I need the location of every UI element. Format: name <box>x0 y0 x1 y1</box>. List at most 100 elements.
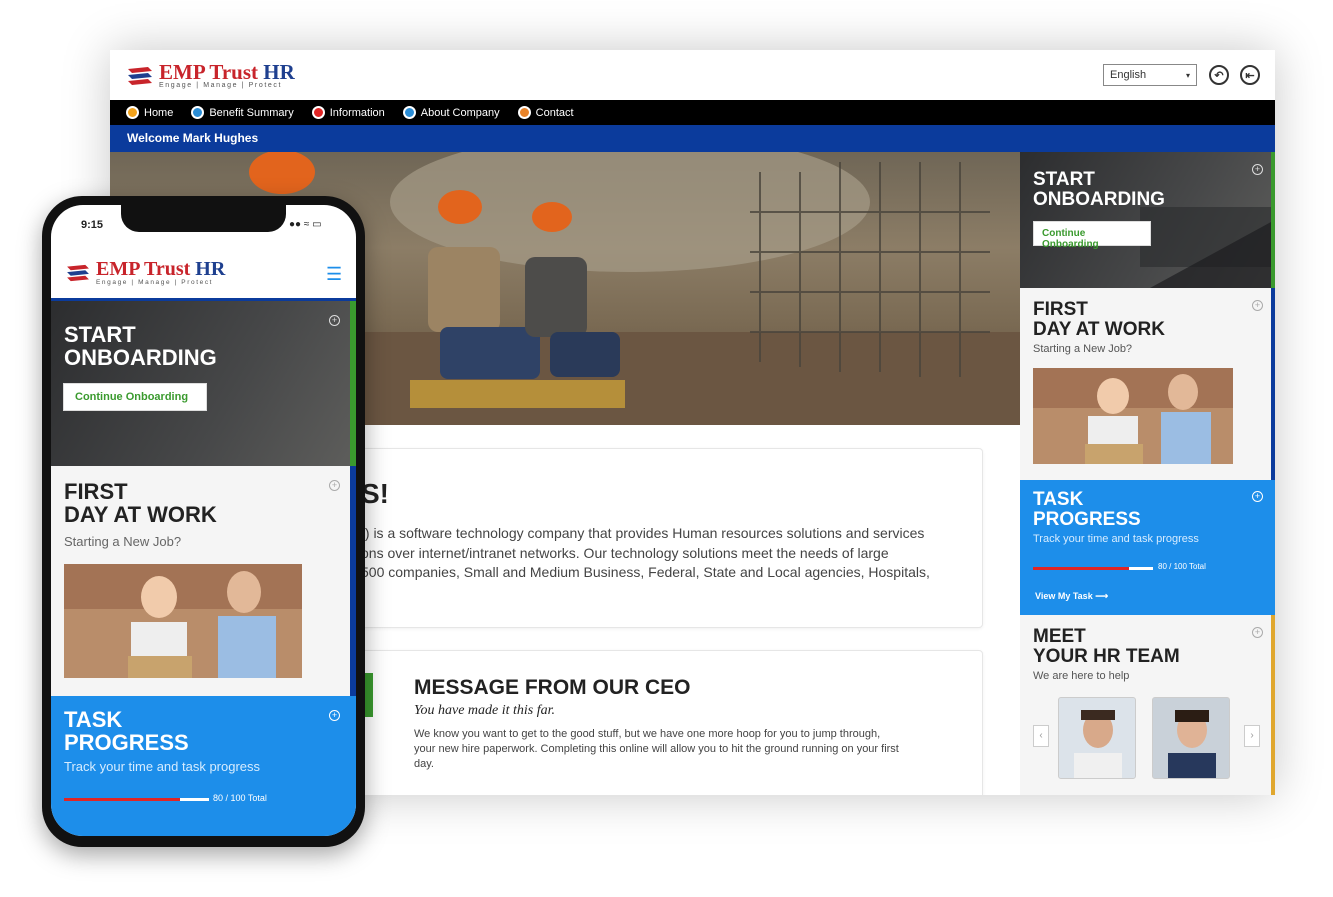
task-progress-label: 80 / 100 Total <box>1158 562 1206 571</box>
onboarding-title-1: START <box>1033 169 1095 190</box>
desktop-sidebar: START ONBOARDING Continue Onboarding + F… <box>1020 152 1275 795</box>
task-title-1: TASK <box>1033 489 1084 510</box>
mobile-logo[interactable]: EMP Trust HR Engage | Manage | Protect <box>65 258 226 286</box>
phone-frame: 9:15 ●● ≈ ▭ EMP Trust HR Engage | Manage… <box>42 196 365 847</box>
first-day-subtitle: Starting a New Job? <box>1033 343 1133 355</box>
arrow-right-icon: ⟶ <box>1095 591 1109 601</box>
mobile-task-subtitle: Track your time and task progress <box>64 759 261 774</box>
about-line-3: 500 companies, Small and Medium Business… <box>361 564 930 580</box>
expand-icon[interactable]: + <box>1252 491 1263 502</box>
logout-icon[interactable]: ⇤ <box>1240 65 1260 85</box>
mobile-onboarding-card[interactable]: START ONBOARDING Continue Onboarding + <box>51 301 356 466</box>
carousel-prev-icon[interactable]: ‹ <box>1033 725 1049 747</box>
mobile-first-day-subtitle: Starting a New Job? <box>64 534 182 549</box>
ceo-line-1: We know you want to get to the good stuf… <box>414 728 881 740</box>
about-line-2: ons over internet/intranet networks. Our… <box>361 544 889 561</box>
mobile-first-day-title-2: DAY AT WORK <box>64 502 217 528</box>
team-member-avatar <box>1152 697 1230 779</box>
onboarding-title-2: ONBOARDING <box>1033 188 1165 210</box>
benefit-icon <box>191 106 205 119</box>
first-day-title-2: DAY AT WORK <box>1033 318 1165 340</box>
logo-flag-icon <box>67 264 89 282</box>
nav-benefit-label: Benefit Summary <box>209 106 294 119</box>
nav-benefit-summary[interactable]: Benefit Summary <box>191 106 294 119</box>
expand-icon[interactable]: + <box>329 315 340 326</box>
hr-team-subtitle: We are here to help <box>1033 670 1130 682</box>
mobile-first-day-card[interactable]: FIRST DAY AT WORK Starting a New Job? + <box>51 466 356 696</box>
about-panel: S! t) is a software technology company t… <box>338 448 983 628</box>
nav-contact-label: Contact <box>535 106 574 119</box>
ceo-title: MESSAGE FROM OUR CEO <box>414 676 691 699</box>
ceo-panel: MESSAGE FROM OUR CEO You have made it th… <box>338 650 983 795</box>
expand-icon[interactable]: + <box>1252 164 1263 175</box>
nav-information[interactable]: Information <box>311 106 385 119</box>
first-day-photo <box>1033 368 1233 464</box>
information-icon <box>311 106 325 119</box>
carousel-next-icon[interactable]: › <box>1244 725 1260 747</box>
nav-about-label: About Company <box>420 106 500 119</box>
hr-team-title-2: YOUR HR TEAM <box>1033 645 1180 667</box>
onboarding-card[interactable]: START ONBOARDING Continue Onboarding + <box>1020 152 1275 288</box>
nav-contact[interactable]: Contact <box>517 106 574 119</box>
chevron-down-icon: ▾ <box>1185 70 1190 80</box>
mobile-task-title-2: PROGRESS <box>64 730 189 756</box>
nav-home-label: Home <box>144 106 174 119</box>
logo[interactable]: EMP Trust HR Engage | Manage | Protect <box>126 62 295 89</box>
welcome-text: Welcome Mark Hughes <box>127 131 259 145</box>
ceo-line-2: your new hire paperwork. Completing this… <box>414 743 899 755</box>
mobile-first-day-title-1: FIRST <box>64 479 128 504</box>
mobile-logo-tagline: Engage | Manage | Protect <box>96 279 214 286</box>
main-nav: Home Benefit Summary Information About C… <box>110 100 1275 125</box>
desktop-header: EMP Trust HR Engage | Manage | Protect E… <box>110 50 1275 100</box>
status-time: 9:15 <box>81 219 104 231</box>
language-select[interactable]: English ▾ <box>1103 64 1197 86</box>
view-my-task-label: View My Task <box>1035 591 1093 601</box>
mobile-task-title-1: TASK <box>64 707 123 732</box>
phone-notch <box>121 205 286 232</box>
about-title: S! <box>361 478 389 509</box>
first-day-card[interactable]: FIRST DAY AT WORK Starting a New Job? + <box>1020 288 1275 480</box>
mobile-task-progress-label: 80 / 100 Total <box>213 793 267 803</box>
mobile-task-progress-fill <box>64 798 180 801</box>
logo-brand-suffix: HR <box>263 60 295 84</box>
logo-brand: EMP Trust <box>159 60 258 84</box>
task-subtitle: Track your time and task progress <box>1033 533 1199 545</box>
welcome-bar: Welcome Mark Hughes <box>110 125 1275 152</box>
nav-home[interactable]: Home <box>126 106 173 119</box>
mobile-task-progress-card[interactable]: TASK PROGRESS Track your time and task p… <box>51 696 356 836</box>
nav-about-company[interactable]: About Company <box>402 106 500 119</box>
contact-icon <box>517 106 531 119</box>
hr-team-title-1: MEET <box>1033 626 1086 647</box>
view-my-task-link[interactable]: View My Task ⟶ <box>1035 591 1108 602</box>
mobile-logo-suffix: HR <box>195 258 226 280</box>
task-title-2: PROGRESS <box>1033 508 1141 530</box>
mobile-onboarding-title-1: START <box>64 322 136 347</box>
team-member-avatar <box>1058 697 1136 779</box>
logo-tagline: Engage | Manage | Protect <box>159 82 283 89</box>
ceo-subtitle: You have made it this far. <box>414 703 556 718</box>
mobile-onboarding-title-2: ONBOARDING <box>64 345 217 371</box>
mobile-logo-brand: EMP Trust <box>96 258 191 280</box>
task-progress-card[interactable]: TASK PROGRESS Track your time and task p… <box>1020 480 1275 615</box>
back-icon[interactable]: ↶ <box>1209 65 1229 85</box>
home-icon <box>126 106 139 119</box>
about-icon <box>402 106 416 119</box>
hamburger-menu-icon[interactable]: ☰ <box>326 265 342 283</box>
hr-team-card: MEET YOUR HR TEAM We are here to help ‹ … <box>1020 615 1275 795</box>
expand-icon[interactable]: + <box>329 710 340 721</box>
mobile-task-progress-bar <box>64 798 209 801</box>
logo-flag-icon <box>128 66 152 85</box>
nav-information-label: Information <box>329 106 385 119</box>
task-progress-bar <box>1033 567 1153 570</box>
expand-icon[interactable]: + <box>1252 300 1263 311</box>
continue-onboarding-button[interactable]: Continue Onboarding <box>1033 221 1151 250</box>
task-progress-fill <box>1033 567 1129 570</box>
about-line-1: t) is a software technology company that… <box>361 525 925 541</box>
mobile-first-day-photo <box>64 564 302 678</box>
language-value: English <box>1110 69 1147 81</box>
expand-icon[interactable]: + <box>1252 627 1263 638</box>
expand-icon[interactable]: + <box>329 480 340 491</box>
status-icons: ●● ≈ ▭ <box>289 219 322 230</box>
mobile-continue-onboarding-button[interactable]: Continue Onboarding <box>63 383 207 411</box>
first-day-title-1: FIRST <box>1033 299 1088 320</box>
